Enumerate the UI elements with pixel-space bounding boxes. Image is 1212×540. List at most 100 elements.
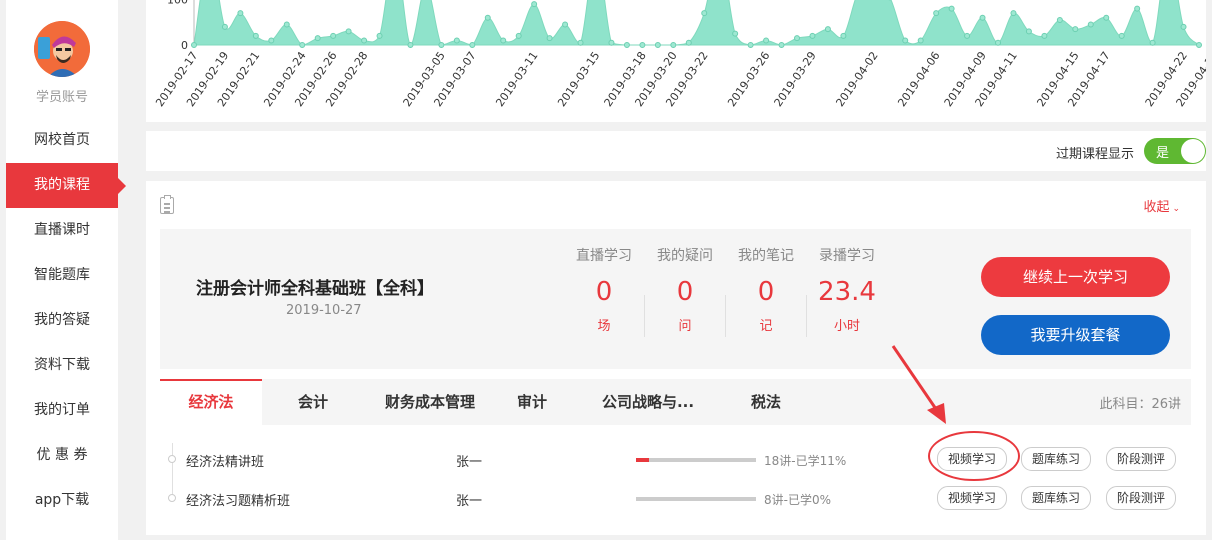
data-point <box>221 23 228 30</box>
data-point <box>917 37 924 44</box>
data-point <box>330 32 337 39</box>
data-point <box>794 35 800 42</box>
sidebar-item-downloads[interactable]: 资料下载 <box>6 343 118 388</box>
sidebar-item-question-bank[interactable]: 智能题库 <box>6 253 118 298</box>
data-point <box>299 42 306 48</box>
data-point <box>902 37 909 44</box>
x-tick-label: 2019-04-06 <box>895 49 942 109</box>
teacher-name: 张一 <box>456 494 483 509</box>
area-chart: 01002019-02-172019-02-192019-02-21 2019-0… <box>153 0 1206 109</box>
data-point <box>1118 32 1125 39</box>
data-point <box>314 35 321 42</box>
data-point <box>268 37 275 44</box>
data-point <box>562 21 569 28</box>
tab-audit[interactable]: 审计 <box>496 379 568 425</box>
data-point <box>1149 39 1156 46</box>
data-point <box>701 10 708 17</box>
study-chart: 0 100 2019-02-17 2019-02-19 2019-02-21 2019-0… <box>146 0 1206 122</box>
data-point <box>1010 10 1017 17</box>
tab-economic-law[interactable]: 经济法 <box>160 379 262 425</box>
data-point <box>1041 32 1048 39</box>
stat-unit: 记 <box>759 319 773 334</box>
quiz-practice-button[interactable]: 题库练习 <box>1021 447 1092 471</box>
stat-recorded[interactable]: 录播学习 23.4 小时 <box>807 245 887 334</box>
stat-value: 0 <box>676 277 694 307</box>
data-point <box>500 37 507 44</box>
tab-financial-cost-management[interactable]: 财务成本管理 <box>364 379 496 425</box>
quiz-practice-button[interactable]: 题库练习 <box>1021 486 1092 510</box>
sidebar-item-live-lessons[interactable]: 直播课时 <box>6 208 118 253</box>
tab-tax-law[interactable]: 税法 <box>728 379 804 425</box>
sidebar-nav: 网校首页 我的课程 直播课时 智能题库 我的答疑 资料下载 我的订单 优 惠 券… <box>6 118 126 523</box>
stat-notes[interactable]: 我的笔记 0 记 <box>726 245 806 334</box>
data-point <box>469 42 476 48</box>
data-point <box>1025 28 1032 35</box>
stat-unit: 场 <box>597 319 611 334</box>
stage-test-button[interactable]: 阶段测评 <box>1106 486 1177 510</box>
video-study-button[interactable]: 视频学习 <box>937 447 1008 471</box>
sidebar-item-home[interactable]: 网校首页 <box>6 118 118 163</box>
progress-bar <box>636 497 756 501</box>
data-point <box>1134 5 1141 12</box>
data-point <box>979 14 986 21</box>
progress-fill <box>636 458 650 462</box>
data-point <box>623 42 630 48</box>
stat-label: 我的笔记 <box>738 248 794 264</box>
course-name[interactable]: 经济法精讲班 <box>186 451 264 470</box>
stat-label: 录播学习 <box>819 248 875 264</box>
y-tick-label: 100 <box>167 0 188 7</box>
data-point <box>191 42 197 48</box>
sidebar-item-orders[interactable]: 我的订单 <box>6 388 118 433</box>
avatar[interactable] <box>34 21 90 77</box>
expired-course-toggle[interactable]: 是 <box>1144 138 1206 164</box>
sidebar-item-coupons[interactable]: 优 惠 券 <box>6 433 118 478</box>
data-point <box>964 32 971 39</box>
subject-tabs: 经济法 会计 财务成本管理 审计 公司战略与... 税法 此科目：26讲 <box>160 379 1191 425</box>
stat-value: 0 <box>757 277 775 307</box>
course-name[interactable]: 经济法习题精析班 <box>186 490 290 509</box>
sidebar-item-my-courses[interactable]: 我的课程 <box>6 163 126 208</box>
stat-live[interactable]: 直播学习 0 场 <box>564 245 644 334</box>
toggle-state-text: 是 <box>1156 146 1170 161</box>
expired-course-bar: 过期课程显示 是 <box>146 131 1206 171</box>
data-point <box>1072 26 1079 33</box>
x-tick-label: 2019-03-11 <box>493 49 540 109</box>
stage-test-button[interactable]: 阶段测评 <box>1106 447 1177 471</box>
tab-accounting[interactable]: 会计 <box>262 379 364 425</box>
data-point <box>685 39 692 46</box>
stat-questions[interactable]: 我的疑问 0 问 <box>645 245 725 334</box>
data-point <box>484 14 491 21</box>
data-point <box>732 30 739 37</box>
course-row: 经济法精讲班 张一 18讲-已学11% 视频学习 题库练习 阶段测评 <box>160 442 1191 478</box>
chevron-down-icon: ⌄ <box>1172 204 1180 214</box>
sidebar-item-app-download[interactable]: app下载 <box>6 478 118 523</box>
x-tick-label: 2019-04-02 <box>833 49 880 109</box>
tab-corporate-strategy[interactable]: 公司战略与... <box>568 379 728 425</box>
continue-learning-button[interactable]: 继续上一次学习 <box>981 257 1170 297</box>
data-point <box>376 32 383 39</box>
course-row: 经济法习题精析班 张一 8讲-已学0% 视频学习 题库练习 阶段测评 <box>160 481 1191 517</box>
data-point <box>515 32 522 39</box>
expired-course-label: 过期课程显示 <box>1055 147 1134 162</box>
data-point <box>438 42 445 48</box>
upgrade-package-button[interactable]: 我要升级套餐 <box>981 315 1170 355</box>
toggle-knob <box>1181 139 1205 163</box>
data-point <box>1103 14 1110 21</box>
data-point <box>747 42 754 48</box>
video-study-button[interactable]: 视频学习 <box>937 486 1008 510</box>
data-point <box>778 42 785 48</box>
collapse-button[interactable]: 收起 ⌄ <box>1143 196 1180 215</box>
course-title: 注册会计师全科基础班【全科】 <box>196 279 434 299</box>
row-dot <box>168 455 176 463</box>
x-tick-label: 2019-03-15 <box>555 49 602 109</box>
stat-label: 我的疑问 <box>657 248 713 264</box>
stat-value: 0 <box>595 277 613 307</box>
y-tick-label: 0 <box>181 39 188 52</box>
data-point <box>639 42 646 48</box>
row-dot <box>168 494 176 502</box>
subject-lesson-count: 此科目：26讲 <box>1099 397 1181 412</box>
data-point <box>995 39 1001 46</box>
course-date: 2019-10-27 <box>286 303 362 318</box>
sidebar-item-my-answers[interactable]: 我的答疑 <box>6 298 118 343</box>
data-point <box>1087 21 1094 28</box>
